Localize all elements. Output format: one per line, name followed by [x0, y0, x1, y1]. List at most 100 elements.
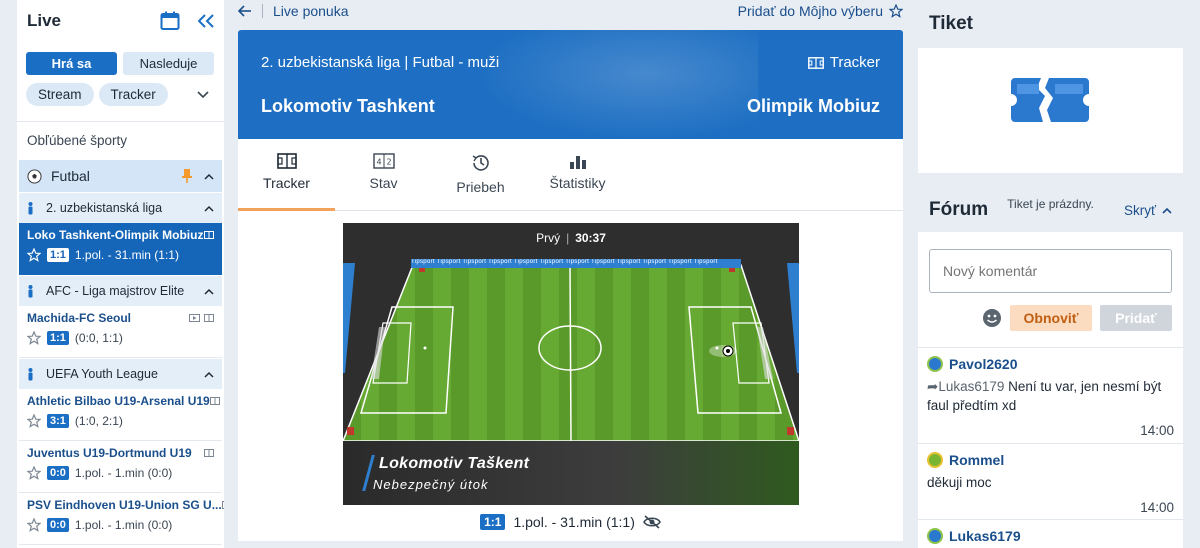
league-header[interactable]: AFC - Liga majstrov Elite [19, 275, 222, 306]
forum-post: Pavol2620 ➦Lukas6179 Není tu var, jen ne… [918, 347, 1183, 438]
add-to-favorites-link[interactable]: Pridať do Môjho výberu [738, 3, 883, 19]
match-name: Loko Tashkent-Olimpik Mobiuz [27, 228, 204, 242]
tracker-view: Tipsport Tipsport Tipsport Tipsport Tips… [238, 211, 903, 541]
match-detail: (0:0, 1:1) [74, 331, 123, 345]
chevron-up-icon[interactable] [204, 288, 214, 295]
svg-text:2: 2 [386, 158, 391, 167]
home-team: Lokomotiv Tashkent [261, 96, 435, 116]
pitch-icon [276, 153, 297, 169]
clock-time: 30:37 [575, 231, 606, 245]
scoreboard-icon: 42 [372, 153, 395, 169]
detail-tabs: Tracker 42 Stav Priebeh Štatistiky [238, 139, 903, 211]
tab-upcoming[interactable]: Nasleduje [123, 52, 214, 75]
tab-timeline[interactable]: Priebeh [432, 139, 529, 210]
sidebar-title: Live [27, 11, 62, 30]
back-arrow-icon[interactable] [238, 5, 252, 17]
match-item[interactable]: PSV Eindhoven U19-Union SG U... 0:0 1.po… [19, 493, 224, 545]
match-banner: 2. uzbekistanská liga | Futbal - muži Tr… [238, 30, 903, 139]
forum-title: Fórum [929, 199, 989, 220]
emoji-icon[interactable] [982, 308, 1002, 328]
chevron-up-icon[interactable] [204, 173, 214, 180]
score-badge: 0:0 [47, 466, 69, 480]
comment-input[interactable] [929, 249, 1172, 293]
tab-score[interactable]: 42 Stav [335, 139, 432, 210]
chevron-up-icon[interactable] [204, 205, 214, 212]
tracker-icon [204, 231, 214, 239]
reply-icon: ➦ [927, 379, 939, 394]
tracker-toggle[interactable]: Tracker [807, 54, 880, 71]
score-badge: 1:1 [480, 514, 506, 530]
ticket-title: Tiket [929, 13, 974, 34]
tracker-label: Tracker [829, 54, 880, 71]
stream-filter[interactable]: Stream [26, 83, 94, 106]
stream-icon [189, 314, 200, 322]
chevron-down-icon[interactable] [197, 90, 209, 99]
eye-off-icon[interactable] [642, 515, 661, 529]
sport-football[interactable]: Futbal [19, 160, 222, 192]
match-name: Juventus U19-Dortmund U19 [27, 446, 192, 460]
match-status: 1.pol. - 31.min (1:1) [513, 514, 635, 530]
sidebar-header: Live [17, 0, 224, 42]
match-name: Machida-FC Seoul [27, 311, 132, 325]
avatar [927, 356, 943, 372]
tab-label: Priebeh [456, 179, 505, 195]
hide-forum-toggle[interactable]: Skryť [1124, 203, 1172, 218]
match-item[interactable]: Juventus U19-Dortmund U19 0:0 1.pol. - 1… [19, 441, 222, 493]
match-detail: 1.pol. - 1.min (0:0) [74, 518, 173, 532]
star-icon[interactable] [27, 466, 41, 480]
favorite-sports-label: Obľúbené športy [27, 133, 127, 148]
add-comment-button[interactable]: Pridať [1100, 305, 1172, 331]
star-icon[interactable] [889, 4, 903, 18]
tab-statistics[interactable]: Štatistiky [529, 139, 626, 210]
star-icon[interactable] [27, 331, 41, 345]
post-text: děkuji moc [927, 475, 992, 490]
right-panel: Tiket Tiket je prázdny. Fórum Skryť Obno… [918, 0, 1183, 548]
ad-board: Tipsport Tipsport Tipsport Tipsport Tips… [411, 259, 741, 268]
svg-text:4: 4 [376, 158, 381, 167]
star-icon[interactable] [27, 414, 41, 428]
match-item[interactable]: Athletic Bilbao U19-Arsenal U19 3:1 (1:0… [19, 389, 222, 441]
player-icon [27, 284, 34, 298]
live-sidebar: Live Hrá sa Nasleduje Stream Tracker Obľ… [17, 0, 224, 548]
tab-label: Stav [369, 175, 398, 191]
score-badge: 1:1 [47, 331, 69, 345]
away-team: Olimpik Mobiuz [747, 96, 880, 116]
score-badge: 0:0 [47, 518, 69, 532]
back-link[interactable]: Live ponuka [273, 3, 349, 19]
post-user[interactable]: Pavol2620 [949, 356, 1018, 372]
chevron-up-icon[interactable] [204, 371, 214, 378]
match-detail: (1:0, 2:1) [74, 414, 123, 428]
tracker-icon [204, 449, 214, 457]
match-detail: 1.pol. - 31.min (1:1) [74, 248, 179, 262]
star-icon[interactable] [27, 248, 41, 262]
league-header[interactable]: UEFA Youth League [19, 358, 222, 389]
league-name: UEFA Youth League [46, 367, 158, 381]
collapse-icon[interactable] [198, 14, 214, 28]
half-label: Prvý [536, 231, 561, 245]
bar-chart-icon [569, 153, 587, 169]
reply-to-user[interactable]: Lukas6179 [938, 379, 1004, 394]
tab-tracker[interactable]: Tracker [238, 139, 335, 211]
event-team: Lokomotiv Taškent [379, 455, 530, 472]
refresh-button[interactable]: Obnoviť [1010, 305, 1092, 331]
tracker-icon [807, 56, 824, 69]
match-item[interactable]: Machida-FC Seoul 1:1 (0:0, 1:1) [19, 306, 222, 358]
star-icon[interactable] [27, 518, 41, 532]
match-name: PSV Eindhoven U19-Union SG U... [27, 498, 222, 512]
tracker-icon [209, 397, 220, 405]
player-icon [27, 201, 34, 215]
calendar-icon[interactable] [160, 11, 180, 31]
tracker-filter[interactable]: Tracker [98, 83, 168, 106]
tab-label: Štatistiky [549, 175, 606, 191]
match-detail-panel: Live ponuka Pridať do Môjho výberu 2. uz… [238, 0, 903, 548]
post-user[interactable]: Lukas6179 [949, 528, 1021, 544]
forum-post: Lukas6179 [918, 519, 1183, 544]
player-icon [27, 367, 34, 381]
avatar [927, 528, 943, 544]
match-detail: 1.pol. - 1.min (0:0) [74, 466, 173, 480]
league-header[interactable]: 2. uzbekistanská liga [19, 192, 222, 223]
tab-playing[interactable]: Hrá sa [26, 52, 117, 75]
match-item[interactable]: Loko Tashkent-Olimpik Mobiuz 1:1 1.pol. … [19, 223, 222, 275]
pin-icon[interactable] [182, 169, 192, 183]
post-user[interactable]: Rommel [949, 452, 1004, 468]
